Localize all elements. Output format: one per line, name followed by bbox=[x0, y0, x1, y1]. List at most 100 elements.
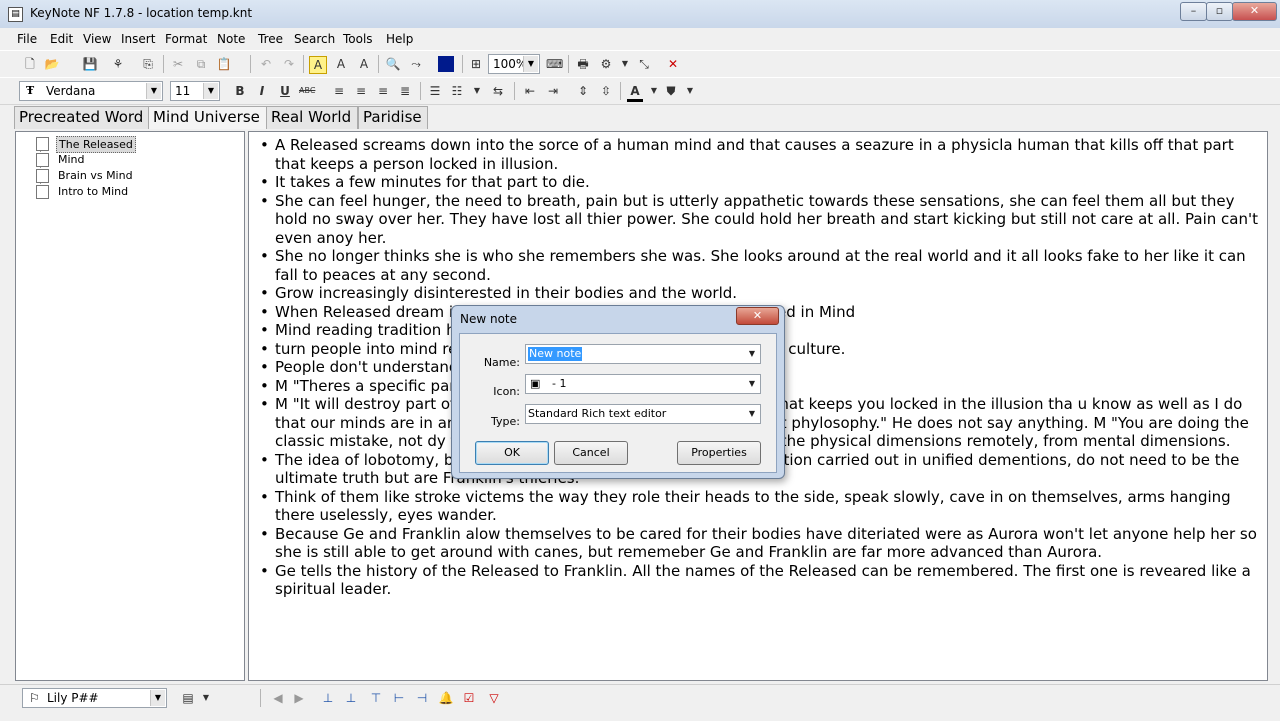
icon-combo[interactable]: ▣ - 1 ▼ bbox=[525, 374, 761, 394]
highlight-icon[interactable]: ⛊ bbox=[663, 83, 679, 99]
align-right-icon[interactable]: ≡ bbox=[375, 83, 391, 99]
outdent-icon[interactable]: ⇤ bbox=[522, 83, 538, 99]
bullet-icon: • bbox=[260, 247, 269, 265]
merge-icon[interactable]: ⚘ bbox=[110, 56, 126, 72]
numbering-icon[interactable]: ☷ bbox=[449, 83, 465, 99]
dialog-close-button[interactable]: ✕ bbox=[736, 307, 779, 325]
chevron-down-icon: ▼ bbox=[748, 409, 756, 418]
add-note-icon[interactable]: A bbox=[333, 56, 349, 72]
cancel-button[interactable]: Cancel bbox=[554, 441, 628, 465]
chevron-down-icon[interactable]: ▼ bbox=[646, 83, 662, 99]
minimize-button[interactable]: – bbox=[1180, 2, 1207, 21]
menu-search[interactable]: Search bbox=[294, 32, 335, 46]
underline-icon[interactable]: U bbox=[277, 83, 293, 99]
type-combo[interactable]: Standard Rich text editor ▼ bbox=[525, 404, 761, 424]
font-name-combo[interactable]: Ŧ Verdana ▼ bbox=[19, 81, 163, 101]
print-icon[interactable]: 🖶 bbox=[575, 56, 591, 72]
menu-file[interactable]: File bbox=[17, 32, 37, 46]
options-icon[interactable]: ⚙ bbox=[598, 56, 614, 72]
chevron-down-icon[interactable]: ▼ bbox=[198, 690, 214, 706]
ok-button[interactable]: OK bbox=[475, 441, 549, 465]
new-note-icon[interactable]: A bbox=[309, 56, 327, 74]
font-color-icon[interactable]: A bbox=[627, 83, 643, 102]
line-spacing-icon[interactable]: ⇳ bbox=[598, 83, 614, 99]
new-file-icon[interactable]: 🗋 bbox=[22, 56, 38, 72]
list-item: • Grow increasingly disinterested in thei… bbox=[257, 284, 1263, 303]
bullet-text: She no longer thinks she is who she reme… bbox=[275, 247, 1246, 284]
maximize-button[interactable]: ▫ bbox=[1206, 2, 1233, 21]
bold-icon[interactable]: B bbox=[232, 83, 248, 99]
chevron-down-icon: ▼ bbox=[748, 349, 756, 358]
tab-paridise[interactable]: Paridise bbox=[358, 106, 428, 129]
note-icon bbox=[36, 185, 49, 199]
menu-insert[interactable]: Insert bbox=[121, 32, 155, 46]
bullet-text: A Released screams down into the sorce o… bbox=[275, 136, 1234, 173]
bullet-icon: • bbox=[260, 524, 269, 543]
menu-tools[interactable]: Tools bbox=[343, 32, 373, 46]
menu-note[interactable]: Note bbox=[217, 32, 245, 46]
align-left-icon[interactable]: ≡ bbox=[331, 83, 347, 99]
font-size-combo[interactable]: 11 ▼ bbox=[170, 81, 220, 101]
menu-edit[interactable]: Edit bbox=[50, 32, 73, 46]
app-icon: ▤ bbox=[8, 7, 23, 22]
filter-icon[interactable]: ▽ bbox=[486, 690, 502, 706]
menu-tree[interactable]: Tree bbox=[258, 32, 283, 46]
italic-icon[interactable]: I bbox=[254, 83, 270, 99]
bullet-text: People don't understand bbox=[275, 358, 459, 376]
menu-format[interactable]: Format bbox=[165, 32, 207, 46]
arrow-left-icon[interactable]: ◀ bbox=[270, 690, 286, 706]
tree-node-icon[interactable]: ⊥ bbox=[320, 690, 336, 706]
exit-icon[interactable]: ✕ bbox=[665, 56, 681, 72]
bullet-icon: • bbox=[260, 284, 269, 302]
style-combo[interactable]: ⚐ Lily P## ▼ bbox=[22, 688, 167, 708]
resize-icon[interactable]: ⤡ bbox=[636, 56, 652, 72]
copy-icon[interactable]: ⧉ bbox=[193, 56, 209, 72]
open-folder-icon[interactable]: 📂 bbox=[44, 56, 60, 72]
arrow-right-icon[interactable]: ▶ bbox=[291, 690, 307, 706]
menu-view[interactable]: View bbox=[83, 32, 111, 46]
color-block-icon[interactable] bbox=[438, 56, 454, 72]
style-icon: ⚐ bbox=[29, 691, 40, 705]
chevron-down-icon[interactable]: ▼ bbox=[469, 83, 485, 99]
edit-note-icon[interactable]: A bbox=[356, 56, 372, 72]
window-title: KeyNote NF 1.7.8 - location temp.knt bbox=[30, 6, 253, 20]
tree-child-icon[interactable]: ⊥ bbox=[343, 690, 359, 706]
find-next-icon[interactable]: ⤳ bbox=[408, 56, 424, 72]
export-icon[interactable]: ⎘ bbox=[140, 56, 156, 72]
style-apply-icon[interactable]: ▤ bbox=[180, 690, 196, 706]
keyboard-icon[interactable]: ⌨ bbox=[546, 56, 563, 72]
redo-icon[interactable]: ↷ bbox=[281, 56, 297, 72]
bullet-text: It takes a few minutes for that part to … bbox=[275, 173, 590, 191]
chevron-down-icon[interactable]: ▼ bbox=[682, 83, 698, 99]
undo-icon[interactable]: ↶ bbox=[258, 56, 274, 72]
chevron-down-icon: ▼ bbox=[150, 690, 165, 706]
properties-button[interactable]: Properties bbox=[677, 441, 761, 465]
chevron-down-icon[interactable]: ▼ bbox=[617, 56, 633, 72]
name-combo[interactable]: New note ▼ bbox=[525, 344, 761, 364]
menu-help[interactable]: Help bbox=[386, 32, 413, 46]
paragraph-icon[interactable]: ⇆ bbox=[490, 83, 506, 99]
bullet-text: Because Ge and Franklin alow themselves … bbox=[275, 524, 1257, 562]
justify-icon[interactable]: ≣ bbox=[397, 83, 413, 99]
close-button[interactable]: ✕ bbox=[1232, 2, 1277, 21]
tree-view-icon[interactable]: ⊞ bbox=[468, 56, 484, 72]
zoom-combo[interactable]: 100% ▼ bbox=[488, 54, 540, 74]
find-icon[interactable]: 🔍 bbox=[385, 56, 401, 72]
spacing-icon[interactable]: ⇕ bbox=[575, 83, 591, 99]
tree-delete-icon[interactable]: ⊣ bbox=[414, 690, 430, 706]
check-icon[interactable]: ☑ bbox=[461, 690, 477, 706]
strikeout-icon[interactable]: ABC bbox=[299, 83, 315, 99]
align-center-icon[interactable]: ≡ bbox=[353, 83, 369, 99]
tab-precreated-word[interactable]: Precreated Word bbox=[14, 106, 156, 129]
tree-sibling-icon[interactable]: ⊤ bbox=[368, 690, 384, 706]
indent-icon[interactable]: ⇥ bbox=[545, 83, 561, 99]
alarm-icon[interactable]: 🔔 bbox=[438, 690, 454, 706]
cut-icon[interactable]: ✂ bbox=[170, 56, 186, 72]
tab-real-world[interactable]: Real World bbox=[266, 106, 358, 129]
paste-icon[interactable]: 📋 bbox=[216, 56, 232, 72]
save-icon[interactable]: 💾 bbox=[82, 56, 98, 72]
format-toolbar: Ŧ Verdana ▼ 11 ▼ B I U ABC ≡ ≡ ≡ ≣ ☰ ☷ ▼… bbox=[0, 77, 1280, 105]
tab-mind-universe[interactable]: Mind Universe bbox=[148, 106, 268, 129]
bullets-icon[interactable]: ☰ bbox=[427, 83, 443, 99]
tree-move-icon[interactable]: ⊢ bbox=[391, 690, 407, 706]
